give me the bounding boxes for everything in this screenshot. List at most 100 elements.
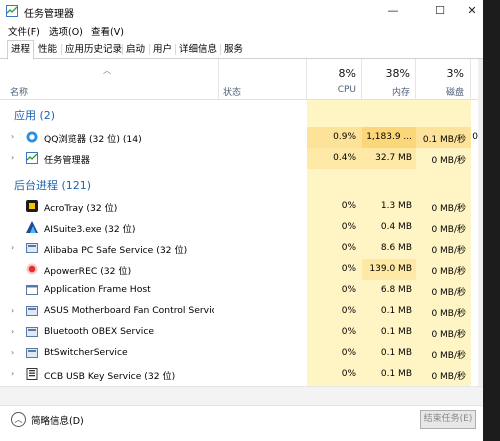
group-apps-title: 应用 (2) [14, 109, 56, 122]
process-name: CCB USB Key Service (32 位) [44, 371, 176, 382]
process-name: AISuite3.exe (32 位) [44, 224, 136, 235]
column-name[interactable]: 名称 [10, 85, 28, 98]
expand-chevron-icon[interactable]: › [11, 348, 14, 357]
tab-users[interactable]: 用户 [149, 41, 176, 59]
group-background-title: 后台进程 (121) [14, 179, 92, 192]
memory-value: 8.6 MB [380, 243, 412, 253]
cpu-value: 0% [341, 348, 356, 358]
column-divider [361, 59, 362, 99]
cpu-value: 0% [341, 264, 356, 274]
expand-chevron-icon[interactable]: › [11, 327, 14, 336]
expand-chevron-icon[interactable]: › [11, 243, 14, 252]
end-task-button[interactable]: 结束任务(E) [420, 410, 476, 429]
process-list: 应用 (2) › QQ浏览器 (32 位) (14) 0.9% 1,183.9 … [0, 100, 478, 386]
footer-bar: ︿ 简略信息(D) 结束任务(E) [0, 405, 483, 441]
process-row[interactable]: › BtSwitcherService 0% 0.1 MB 0 MB/秒 [0, 343, 478, 364]
task-manager-icon [26, 152, 38, 164]
close-button[interactable]: ✕ [452, 0, 483, 22]
process-row[interactable]: › CCB USB Key Service (32 位) 0% 0.1 MB 0… [0, 364, 478, 385]
column-memory[interactable]: 内存 [372, 85, 410, 98]
expand-chevron-icon[interactable]: › [11, 132, 14, 141]
expand-chevron-icon[interactable]: › [11, 306, 14, 315]
minimize-button[interactable]: — [373, 0, 413, 22]
collapse-up-icon[interactable]: ︿ [11, 412, 26, 427]
tab-app-history[interactable]: 应用历史记录 [61, 41, 126, 59]
cpu-value: 0.4% [333, 153, 356, 163]
column-header: ︿ 名称 状态 8% CPU 38% 内存 3% 磁盘 [0, 59, 483, 100]
disk-value: 0 MB/秒 [431, 267, 466, 277]
cpu-value: 0% [341, 222, 356, 232]
task-manager-app-icon [6, 5, 18, 17]
service-icon [26, 348, 38, 358]
disk-value: 0 MB/秒 [431, 330, 466, 340]
fewer-details-link[interactable]: 简略信息(D) [31, 413, 84, 427]
tab-details[interactable]: 详细信息 [175, 41, 221, 59]
process-name: Application Frame Host [44, 284, 151, 295]
process-name: 任务管理器 [44, 155, 90, 166]
process-row[interactable]: › Alibaba PC Safe Service (32 位) 0% 8.6 … [0, 238, 478, 259]
process-row[interactable]: › ASUS Motherboard Fan Control Servic...… [0, 301, 478, 322]
process-name: BtSwitcherService [44, 347, 128, 358]
process-row[interactable]: AcroTray (32 位) 0% 1.3 MB 0 MB/秒 [0, 196, 478, 217]
disk-value: 0 MB/秒 [431, 309, 466, 319]
process-row[interactable]: › Bluetooth OBEX Service 0% 0.1 MB 0 MB/… [0, 322, 478, 343]
column-divider [306, 59, 307, 99]
desktop-background-edge [483, 0, 500, 441]
memory-percent[interactable]: 38% [372, 67, 410, 80]
menu-view[interactable]: 查看(V) [91, 24, 124, 38]
cpu-value: 0% [341, 327, 356, 337]
process-row[interactable]: Application Frame Host 0% 6.8 MB 0 MB/秒 [0, 280, 478, 301]
tab-services[interactable]: 服务 [220, 41, 247, 59]
menu-file[interactable]: 文件(F) [8, 24, 40, 38]
cpu-value: 0% [341, 243, 356, 253]
process-name: QQ浏览器 (32 位) (14) [44, 134, 142, 145]
disk-value: 0 MB/秒 [431, 225, 466, 235]
column-disk[interactable]: 磁盘 [424, 85, 464, 98]
tab-bar: 进程 性能 应用历史记录 启动 用户 详细信息 服务 [0, 38, 483, 60]
memory-value: 0.1 MB [380, 327, 412, 337]
service-icon [26, 327, 38, 337]
disk-value: 0 MB/秒 [431, 156, 466, 166]
process-name: Bluetooth OBEX Service [44, 326, 155, 337]
memory-value: 1,183.9 ... [366, 132, 412, 142]
memory-value: 32.7 MB [375, 153, 412, 163]
memory-value: 0.4 MB [380, 222, 412, 232]
qq-browser-icon [26, 131, 38, 143]
process-name: ASUS Motherboard Fan Control Servic... [44, 305, 214, 316]
aisuite-icon [26, 221, 38, 233]
process-row[interactable]: ApowerREC (32 位) 0% 139.0 MB 0 MB/秒 [0, 259, 478, 280]
record-icon [26, 263, 38, 275]
disk-percent[interactable]: 3% [424, 67, 464, 80]
menu-bar: 文件(F) 选项(O) 查看(V) [0, 22, 483, 38]
disk-value: 0 MB/秒 [431, 204, 466, 214]
cpu-value: 0% [341, 369, 356, 379]
memory-value: 6.8 MB [380, 285, 412, 295]
disk-value: 0 MB/秒 [431, 351, 466, 361]
cpu-percent[interactable]: 8% [320, 67, 356, 80]
cpu-value: 0% [341, 306, 356, 316]
window-title: 任务管理器 [24, 9, 74, 20]
column-cpu[interactable]: CPU [320, 85, 356, 95]
tab-performance[interactable]: 性能 [34, 41, 61, 59]
column-divider [470, 59, 471, 99]
expand-chevron-icon[interactable]: › [11, 369, 14, 378]
horizontal-scrollbar[interactable] [0, 386, 483, 406]
column-status[interactable]: 状态 [223, 85, 241, 98]
memory-value: 139.0 MB [369, 264, 412, 274]
title-bar[interactable]: 任务管理器 — ☐ ✕ [0, 0, 483, 22]
tab-startup[interactable]: 启动 [122, 41, 149, 59]
sort-caret-icon: ︿ [103, 66, 111, 75]
process-row[interactable]: AISuite3.exe (32 位) 0% 0.4 MB 0 MB/秒 [0, 217, 478, 238]
cpu-value: 0% [341, 201, 356, 211]
disk-value: 0 MB/秒 [431, 372, 466, 382]
process-row[interactable]: › QQ浏览器 (32 位) (14) 0.9% 1,183.9 ... 0.1… [0, 127, 478, 148]
process-row[interactable]: › 任务管理器 0.4% 32.7 MB 0 MB/秒 [0, 148, 478, 169]
expand-chevron-icon[interactable]: › [11, 153, 14, 162]
service-icon [26, 243, 38, 253]
tab-processes[interactable]: 进程 [7, 40, 35, 60]
memory-value: 0.1 MB [380, 348, 412, 358]
menu-options[interactable]: 选项(O) [49, 24, 83, 38]
disk-value: 0 MB/秒 [431, 288, 466, 298]
cpu-value: 0.9% [333, 132, 356, 142]
memory-value: 0.1 MB [380, 306, 412, 316]
